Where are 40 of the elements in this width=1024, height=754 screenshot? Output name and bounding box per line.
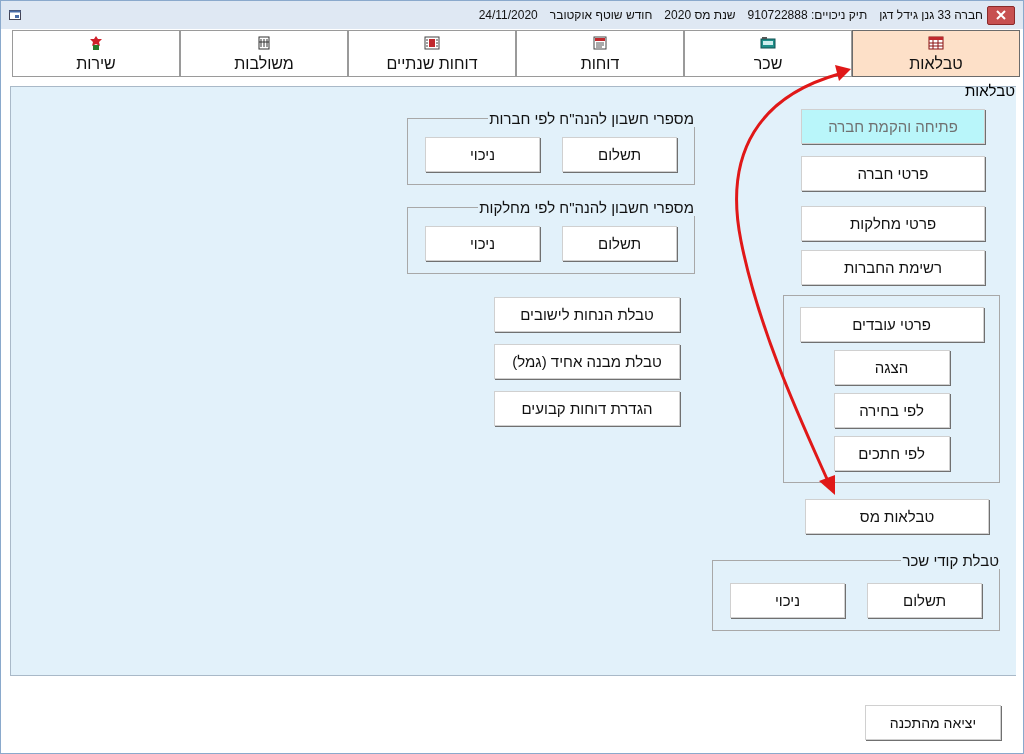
- button[interactable]: תשלום: [562, 226, 677, 261]
- button[interactable]: רשימת החברות: [801, 250, 985, 285]
- button[interactable]: פרטי חברה: [801, 156, 985, 191]
- button[interactable]: ניכוי: [730, 583, 845, 618]
- register-icon: [760, 35, 776, 51]
- window-title: 24/11/2020: [478, 8, 538, 22]
- tab[interactable]: טבלאות: [852, 30, 1020, 77]
- group-title: מספרי חשבון להנה"ח לפי מחלקות: [478, 199, 695, 216]
- button[interactable]: טבלאות מס: [805, 499, 989, 534]
- app-icon: [9, 10, 21, 20]
- table-icon: [928, 35, 944, 51]
- panel-title: טבלאות: [964, 83, 1016, 99]
- button[interactable]: טבלת הנחות לישובים: [494, 297, 680, 332]
- star-icon: [88, 35, 104, 51]
- close-icon: [996, 10, 1006, 20]
- group-title: מספרי חשבון להנה"ח לפי חברות: [488, 110, 695, 127]
- tab[interactable]: שירות: [12, 30, 180, 77]
- button[interactable]: פרטי מחלקות: [801, 206, 985, 241]
- button[interactable]: יציאה מהתכנה: [865, 705, 1001, 740]
- button[interactable]: ניכוי: [425, 226, 540, 261]
- window-title: חודש שוטף אוקטובר: [549, 8, 653, 22]
- tab[interactable]: שכר: [684, 30, 852, 77]
- tab[interactable]: דוחות: [516, 30, 684, 77]
- window-title: חברה 33 גנן גידל דגן: [879, 8, 983, 22]
- button[interactable]: הצגה: [833, 350, 950, 385]
- button[interactable]: תשלום: [867, 583, 982, 618]
- close-button[interactable]: [987, 5, 1015, 25]
- window-title: תיק ניכויים: 910722888: [747, 8, 868, 22]
- group-title: טבלת קודי שכר: [901, 552, 1000, 569]
- button[interactable]: הגדרת דוחות קבועים: [494, 391, 680, 426]
- button[interactable]: ניכוי: [425, 137, 540, 172]
- tab[interactable]: דוחות שנתיים: [348, 30, 516, 77]
- button[interactable]: פרטי עובדים: [799, 307, 984, 342]
- document-icon: [592, 35, 608, 51]
- button[interactable]: לפי חתכים: [833, 436, 950, 471]
- window-title: שנת מס 2020: [664, 8, 736, 22]
- tab[interactable]: משולבות: [180, 30, 348, 77]
- button[interactable]: טבלת מבנה אחיד (גמל): [494, 344, 680, 379]
- button[interactable]: תשלום: [562, 137, 677, 172]
- button[interactable]: לפי בחירה: [833, 393, 950, 428]
